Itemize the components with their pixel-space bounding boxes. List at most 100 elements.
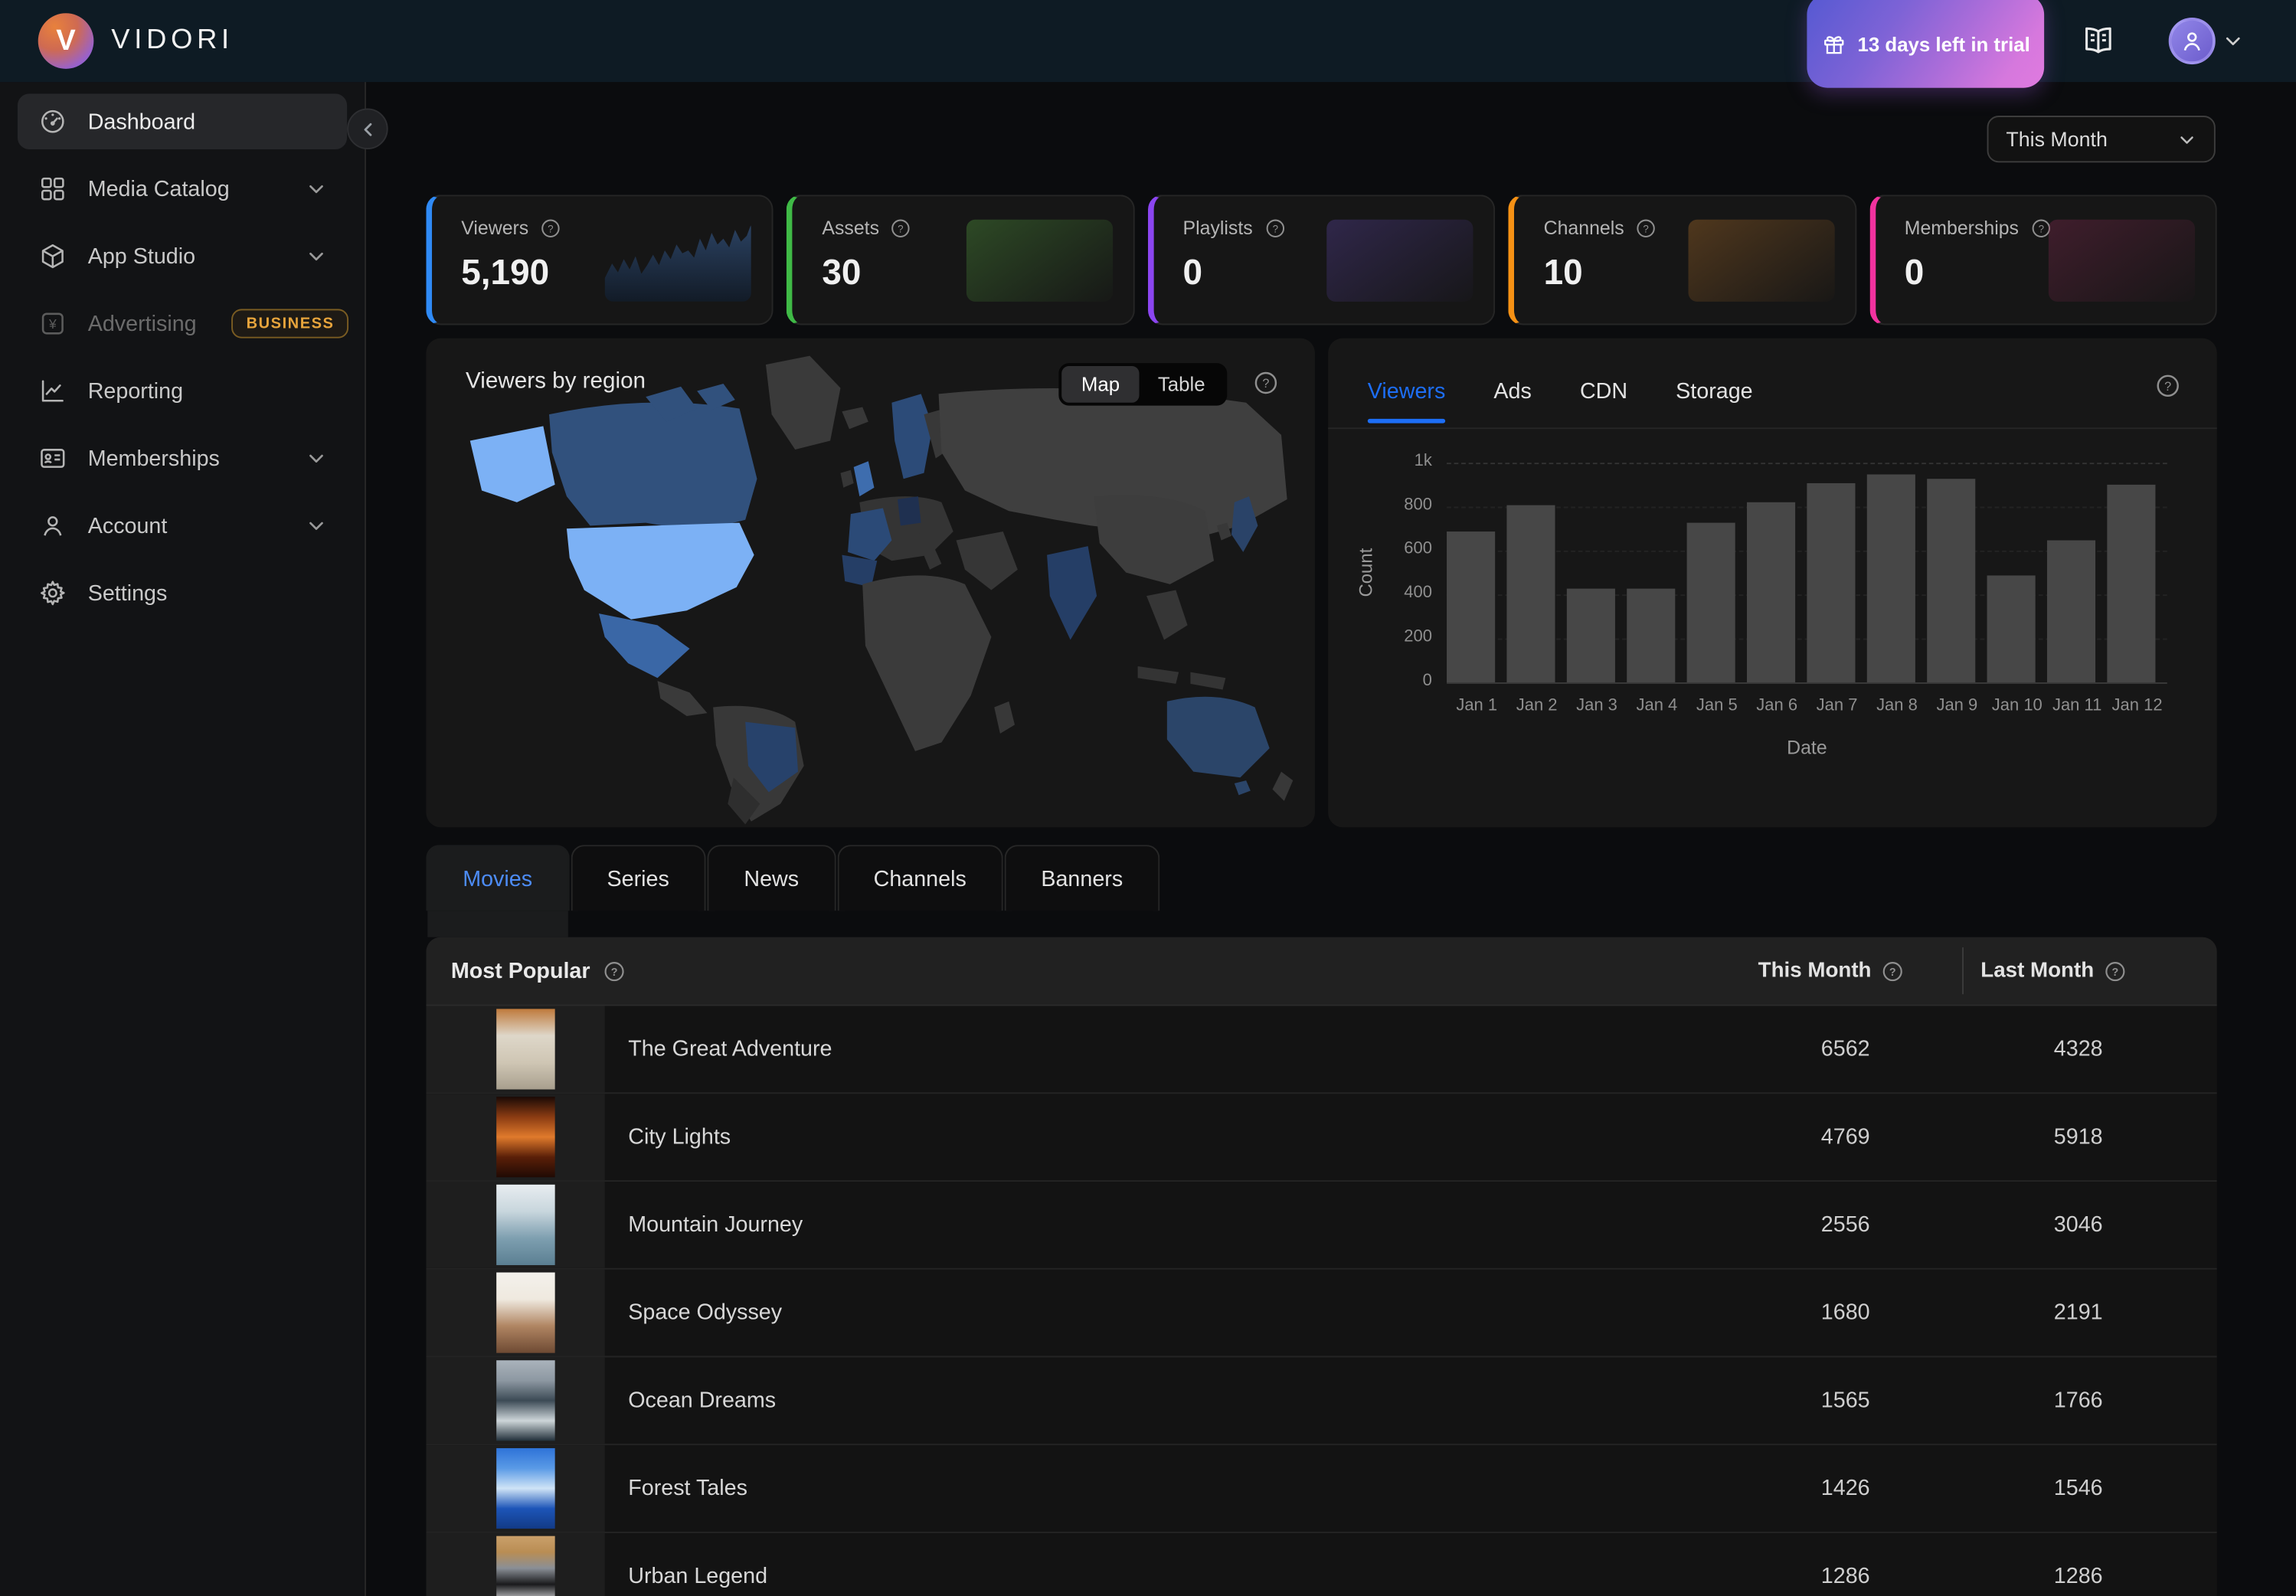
bar-jan-3[interactable] bbox=[1567, 588, 1615, 682]
svg-text:?: ? bbox=[1644, 222, 1649, 234]
map-help-icon[interactable]: ? bbox=[1254, 371, 1279, 396]
tab-banners[interactable]: Banners bbox=[1005, 845, 1159, 911]
stat-card-mini-chart bbox=[1688, 220, 1834, 302]
this-month-value: 1680 bbox=[1634, 1270, 1962, 1356]
stat-card-label: Channels bbox=[1544, 217, 1624, 239]
chart-help-icon[interactable]: ? bbox=[2155, 374, 2180, 399]
metrics-chart-panel: ViewersAdsCDNStorage ? 02004006008001k C… bbox=[1328, 338, 2217, 828]
top-nav-bar: V VIDORI 13 days left in trial bbox=[0, 0, 2296, 82]
this-month-help-icon[interactable]: ? bbox=[1882, 960, 1904, 982]
this-month-value: 6562 bbox=[1634, 1006, 1962, 1093]
tab-movies[interactable]: Movies bbox=[426, 845, 568, 911]
tabs-divider bbox=[1328, 427, 2217, 429]
chart-tab-viewers[interactable]: Viewers bbox=[1368, 358, 1446, 423]
bar-jan-10[interactable] bbox=[1987, 574, 2036, 682]
x-axis-tick: Jan 9 bbox=[1927, 697, 1987, 715]
help-icon[interactable]: ? bbox=[1264, 217, 1285, 238]
help-icon[interactable]: ? bbox=[1636, 217, 1657, 238]
ad-icon: ¥ bbox=[38, 309, 67, 338]
user-avatar[interactable] bbox=[2169, 18, 2216, 64]
bar-jan-1[interactable] bbox=[1447, 531, 1495, 682]
stat-card-playlists[interactable]: Playlists?0 bbox=[1148, 195, 1496, 325]
sidebar-item-reporting[interactable]: Reporting bbox=[18, 363, 347, 419]
stat-card-memberships[interactable]: Memberships?0 bbox=[1869, 195, 2217, 325]
stat-cards-row: Viewers?5,190Assets?30Playlists?0Channel… bbox=[426, 195, 2216, 325]
brand-name: VIDORI bbox=[111, 25, 234, 57]
chart-tab-storage[interactable]: Storage bbox=[1676, 358, 1752, 423]
table-row[interactable]: Ocean Dreams15651766 bbox=[426, 1356, 2216, 1444]
table-help-icon[interactable]: ? bbox=[603, 960, 626, 982]
bar-jan-7[interactable] bbox=[1807, 482, 1855, 682]
stat-card-viewers[interactable]: Viewers?5,190 bbox=[426, 195, 774, 325]
content-thumbnail bbox=[496, 1185, 554, 1265]
chevron-down-icon bbox=[306, 178, 327, 199]
stat-card-assets[interactable]: Assets?30 bbox=[787, 195, 1135, 325]
stat-card-mini-chart bbox=[605, 220, 751, 302]
sidebar-item-media-catalog[interactable]: Media Catalog bbox=[18, 161, 347, 217]
stat-card-mini-chart bbox=[2049, 220, 2195, 302]
stat-card-channels[interactable]: Channels?10 bbox=[1509, 195, 1856, 325]
tab-channels[interactable]: Channels bbox=[837, 845, 1003, 911]
y-axis-label: Count bbox=[1356, 485, 1377, 660]
content-title: City Lights bbox=[605, 1094, 1634, 1180]
x-axis-ticks: Jan 1Jan 2Jan 3Jan 4Jan 5Jan 6Jan 7Jan 8… bbox=[1447, 697, 2167, 715]
x-axis-tick: Jan 6 bbox=[1747, 697, 1807, 715]
toggle-map-option[interactable]: Map bbox=[1062, 366, 1139, 403]
help-icon[interactable]: ? bbox=[891, 217, 911, 238]
table-title: Most Popular bbox=[451, 958, 590, 983]
table-row[interactable]: The Great Adventure65624328 bbox=[426, 1006, 2216, 1093]
content-thumbnail bbox=[496, 1536, 554, 1596]
last-month-help-icon[interactable]: ? bbox=[2105, 960, 2127, 982]
table-row[interactable]: City Lights47695918 bbox=[426, 1092, 2216, 1180]
bar-jan-11[interactable] bbox=[2047, 540, 2095, 682]
period-select[interactable]: This Month bbox=[1987, 116, 2216, 162]
sidebar-item-settings[interactable]: Settings bbox=[18, 565, 347, 621]
sidebar-item-memberships[interactable]: Memberships bbox=[18, 430, 347, 486]
bar-jan-9[interactable] bbox=[1927, 479, 1975, 682]
bar-jan-4[interactable] bbox=[1627, 588, 1675, 682]
content-thumbnail bbox=[496, 1009, 554, 1089]
bar-jan-6[interactable] bbox=[1747, 502, 1795, 682]
column-header-last-month[interactable]: Last Month ? bbox=[1962, 937, 2126, 1005]
tab-series[interactable]: Series bbox=[571, 845, 706, 911]
book-open-icon[interactable] bbox=[2081, 24, 2116, 59]
bar-jan-8[interactable] bbox=[1867, 474, 1915, 682]
sidebar-collapse-button[interactable] bbox=[347, 108, 388, 149]
chart-tab-cdn[interactable]: CDN bbox=[1580, 358, 1627, 423]
x-axis-tick: Jan 7 bbox=[1807, 697, 1866, 715]
table-row[interactable]: Forest Tales14261546 bbox=[426, 1444, 2216, 1532]
gridline bbox=[1447, 682, 2167, 684]
bar-jan-2[interactable] bbox=[1506, 505, 1555, 682]
x-axis-tick: Jan 5 bbox=[1687, 697, 1747, 715]
brand[interactable]: V VIDORI bbox=[38, 13, 234, 69]
sidebar-item-advertising[interactable]: ¥AdvertisingBUSINESS bbox=[18, 296, 347, 352]
table-row[interactable]: Urban Legend12861286 bbox=[426, 1532, 2216, 1596]
bar-jan-5[interactable] bbox=[1687, 523, 1735, 682]
stat-card-label: Playlists bbox=[1183, 217, 1253, 239]
svg-text:?: ? bbox=[1889, 966, 1896, 978]
toggle-table-option[interactable]: Table bbox=[1139, 366, 1224, 403]
sidebar-item-account[interactable]: Account bbox=[18, 498, 347, 554]
sidebar-item-label: Dashboard bbox=[88, 109, 195, 134]
content-title: The Great Adventure bbox=[605, 1006, 1634, 1093]
world-map[interactable] bbox=[426, 338, 1315, 828]
sidebar-item-app-studio[interactable]: App Studio bbox=[18, 228, 347, 284]
sidebar-item-dashboard[interactable]: Dashboard bbox=[18, 93, 347, 149]
help-icon[interactable]: ? bbox=[541, 217, 561, 238]
cube-icon bbox=[38, 241, 67, 270]
column-header-this-month[interactable]: This Month ? bbox=[1634, 937, 1962, 1005]
table-row[interactable]: Space Odyssey16802191 bbox=[426, 1268, 2216, 1356]
sidebar-nav: Dashboard Media Catalog App Studio ¥Adverti… bbox=[0, 82, 366, 1596]
stat-card-label: Memberships bbox=[1905, 217, 2019, 239]
thumbnail-cell bbox=[426, 1533, 604, 1596]
tab-news[interactable]: News bbox=[708, 845, 836, 911]
chart-tab-ads[interactable]: Ads bbox=[1493, 358, 1531, 423]
thumbnail-cell bbox=[426, 1094, 604, 1180]
chart-line-icon bbox=[38, 376, 67, 405]
map-panel-title: Viewers by region bbox=[466, 369, 646, 395]
chevron-down-icon[interactable] bbox=[2222, 31, 2243, 51]
table-row[interactable]: Mountain Journey25563046 bbox=[426, 1180, 2216, 1268]
content-title: Space Odyssey bbox=[605, 1270, 1634, 1356]
bar-jan-12[interactable] bbox=[2107, 485, 2155, 682]
trial-banner[interactable]: 13 days left in trial bbox=[1807, 0, 2044, 88]
